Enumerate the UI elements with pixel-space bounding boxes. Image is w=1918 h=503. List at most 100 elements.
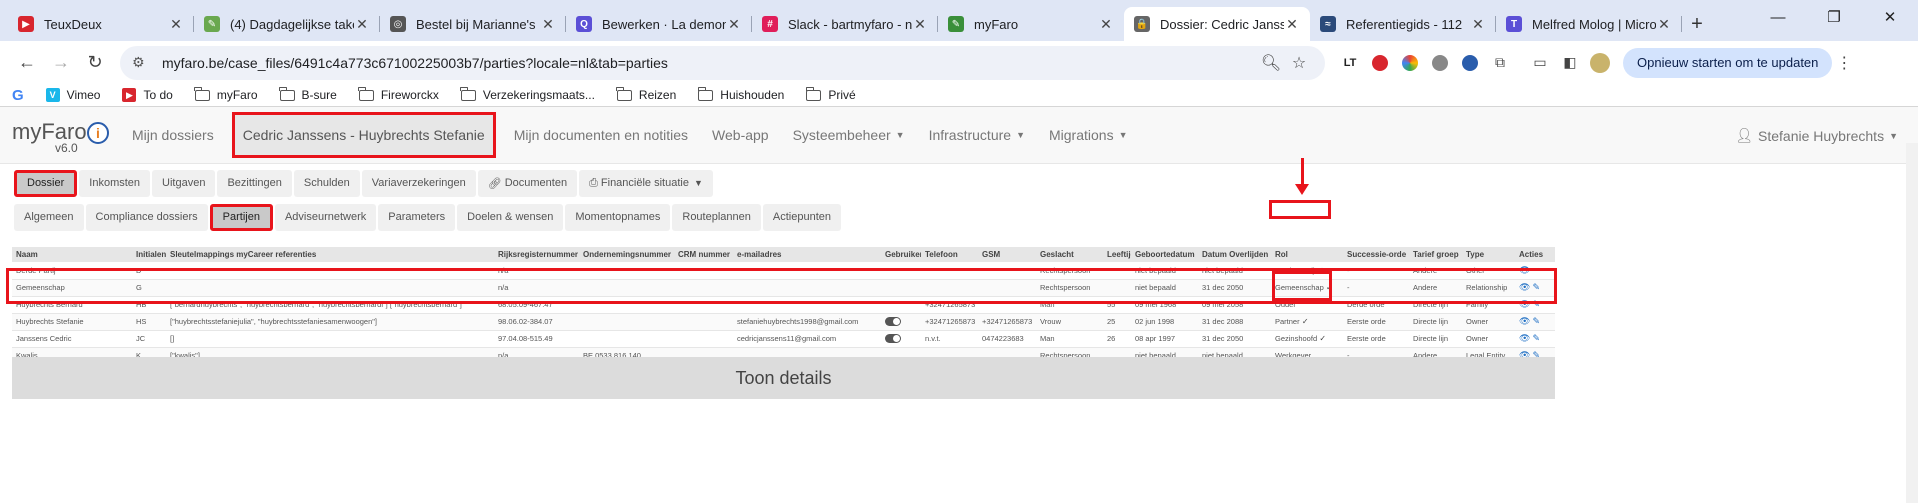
restore-icon[interactable]: ❐: [1806, 0, 1862, 34]
close-window-icon[interactable]: ✕: [1862, 0, 1918, 34]
column-header[interactable]: Datum Overlijden: [1198, 247, 1271, 262]
close-icon[interactable]: ✕: [912, 16, 928, 33]
minimize-icon[interactable]: —: [1750, 0, 1806, 34]
address-bar[interactable]: ⚙ myfaro.be/case_files/6491c4a773c671002…: [120, 45, 1325, 80]
column-header[interactable]: Ondernemingsnummer: [579, 247, 674, 262]
column-header[interactable]: Tarief groep: [1409, 247, 1462, 262]
show-details-button[interactable]: Toon details: [12, 357, 1555, 399]
column-header[interactable]: Rijksregisternummer: [494, 247, 579, 262]
extension-lt-icon[interactable]: LT: [1335, 48, 1365, 78]
nav-item[interactable]: Cedric Janssens - Huybrechts Stefanie: [231, 112, 496, 158]
brand[interactable]: myFaro v6.0 i: [0, 107, 120, 164]
side-panel-icon[interactable]: ◧: [1555, 48, 1585, 78]
close-icon[interactable]: ✕: [1098, 16, 1114, 33]
browser-menu-icon[interactable]: ⋮: [1832, 53, 1856, 73]
column-header[interactable]: Gebruiker: [881, 247, 921, 262]
tab-tabs2[interactable]: Partijen: [209, 203, 273, 231]
tab-tabs1[interactable]: ⎙ Financiële situatie ▼: [579, 169, 713, 197]
column-header[interactable]: Initialen: [132, 247, 166, 262]
extensions-puzzle-icon[interactable]: ⧉: [1485, 48, 1515, 78]
browser-tab[interactable]: ▶ TeuxDeux ✕: [8, 7, 194, 41]
nav-item[interactable]: Mijn documenten en notities: [502, 107, 700, 164]
back-arrow-icon[interactable]: ←: [10, 46, 44, 80]
browser-tab[interactable]: ◎ Bestel bij Marianne's ✕: [380, 7, 566, 41]
bookmark-item[interactable]: V Vimeo: [45, 88, 100, 102]
edit-icon[interactable]: ✎: [1532, 316, 1540, 326]
bookmark-item[interactable]: myFaro: [194, 86, 258, 102]
browser-tab[interactable]: 🔒 Dossier: Cedric Janssens✕: [1124, 7, 1310, 41]
tab-tabs2[interactable]: Routeplannen: [672, 203, 761, 231]
close-icon[interactable]: ✕: [726, 16, 742, 33]
close-icon[interactable]: ✕: [354, 16, 370, 33]
close-icon[interactable]: ✕: [1656, 16, 1672, 33]
column-header[interactable]: Naam: [12, 247, 132, 262]
tab-tabs1[interactable]: Variaverzekeringen: [361, 169, 476, 197]
bookmark-item[interactable]: Reizen: [616, 86, 676, 102]
edit-icon[interactable]: ✎: [1532, 299, 1540, 309]
browser-tab[interactable]: T Melfred Molog | Micro ✕: [1496, 7, 1682, 41]
nav-item[interactable]: Migrations ▼: [1037, 107, 1140, 164]
column-header[interactable]: Type: [1462, 247, 1515, 262]
extension-info-icon[interactable]: [1455, 48, 1485, 78]
profile-avatar-icon[interactable]: [1585, 48, 1615, 78]
eye-icon[interactable]: 👁︎: [1519, 282, 1530, 292]
tab-tabs2[interactable]: Actiepunten: [762, 203, 841, 231]
new-tab-button[interactable]: +: [1682, 7, 1712, 41]
column-header[interactable]: CRM nummer: [674, 247, 733, 262]
column-header[interactable]: Rol: [1271, 247, 1343, 262]
site-info-icon[interactable]: ⚙: [132, 54, 150, 71]
eye-icon[interactable]: 👁︎: [1519, 333, 1530, 343]
column-header[interactable]: GSM: [978, 247, 1036, 262]
close-icon[interactable]: ✕: [540, 16, 556, 33]
close-icon[interactable]: ✕: [1284, 16, 1300, 33]
nav-item[interactable]: Web-app: [700, 107, 781, 164]
browser-tab[interactable]: # Slack - bartmyfaro - n ✕: [752, 7, 938, 41]
column-header[interactable]: Geboortedatum: [1131, 247, 1198, 262]
tab-tabs2[interactable]: Adviseurnetwerk: [274, 203, 377, 231]
bookmark-item[interactable]: Fireworckx: [358, 86, 439, 102]
bookmark-item[interactable]: B-sure: [279, 86, 337, 102]
column-header[interactable]: Sleutelmappings myCareer referenties: [166, 247, 494, 262]
bookmark-item[interactable]: Privé: [805, 86, 856, 102]
bookmark-item[interactable]: Verzekeringsmaats...: [460, 86, 595, 102]
nav-item[interactable]: Systeembeheer ▼: [781, 107, 917, 164]
nav-item[interactable]: Mijn dossiers: [120, 107, 226, 164]
column-header[interactable]: Telefoon: [921, 247, 978, 262]
eye-icon[interactable]: 👁︎: [1519, 316, 1530, 326]
tab-tabs1[interactable]: Inkomsten: [79, 169, 151, 197]
user-toggle[interactable]: [885, 317, 901, 327]
nav-item[interactable]: Infrastructure ▼: [917, 107, 1037, 164]
column-header[interactable]: Geslacht: [1036, 247, 1103, 262]
edit-icon[interactable]: ✎: [1532, 282, 1540, 292]
column-header[interactable]: e-mailadres: [733, 247, 881, 262]
column-header[interactable]: Successie-orde: [1343, 247, 1409, 262]
bookmark-star-icon[interactable]: ☆: [1285, 53, 1313, 73]
tab-tabs1[interactable]: 🔗︎ Documenten: [477, 169, 578, 197]
info-icon[interactable]: i: [87, 121, 109, 144]
tab-tabs2[interactable]: Momentopnames: [565, 203, 671, 231]
browser-tab[interactable]: Q Bewerken · La demons ✕: [566, 7, 752, 41]
tab-tabs2[interactable]: Compliance dossiers: [85, 203, 208, 231]
user-toggle[interactable]: [885, 334, 901, 344]
tab-tabs1[interactable]: Uitgaven: [152, 169, 216, 197]
zoom-search-icon[interactable]: 🔍︎: [1257, 53, 1285, 73]
bookmark-item[interactable]: Huishouden: [697, 86, 784, 102]
page-scrollbar[interactable]: [1906, 143, 1918, 503]
cast-icon[interactable]: ▭: [1525, 48, 1555, 78]
bookmark-item[interactable]: G: [12, 87, 24, 104]
update-browser-button[interactable]: Opnieuw starten om te updaten: [1623, 47, 1833, 78]
browser-tab[interactable]: ✎ (4) Dagdagelijkse taken ✕: [194, 7, 380, 41]
close-icon[interactable]: ✕: [1470, 16, 1486, 33]
edit-icon[interactable]: ✎: [1532, 333, 1540, 343]
eye-icon[interactable]: 👁︎: [1519, 265, 1530, 275]
column-header[interactable]: Acties: [1515, 247, 1555, 262]
user-menu[interactable]: 👤︎ Stefanie Huybrechts ▼: [1735, 107, 1898, 164]
eye-icon[interactable]: 👁︎: [1519, 299, 1530, 309]
forward-arrow-icon[interactable]: →: [44, 46, 78, 80]
bookmark-item[interactable]: ▶ To do: [122, 88, 173, 102]
browser-tab[interactable]: ≈ Referentiegids - 112 ✕: [1310, 7, 1496, 41]
tab-tabs2[interactable]: Algemeen: [14, 203, 84, 231]
tab-tabs1[interactable]: Dossier: [14, 169, 78, 197]
extension-color-icon[interactable]: [1395, 48, 1425, 78]
browser-tab[interactable]: ✎ myFaro ✕: [938, 7, 1124, 41]
